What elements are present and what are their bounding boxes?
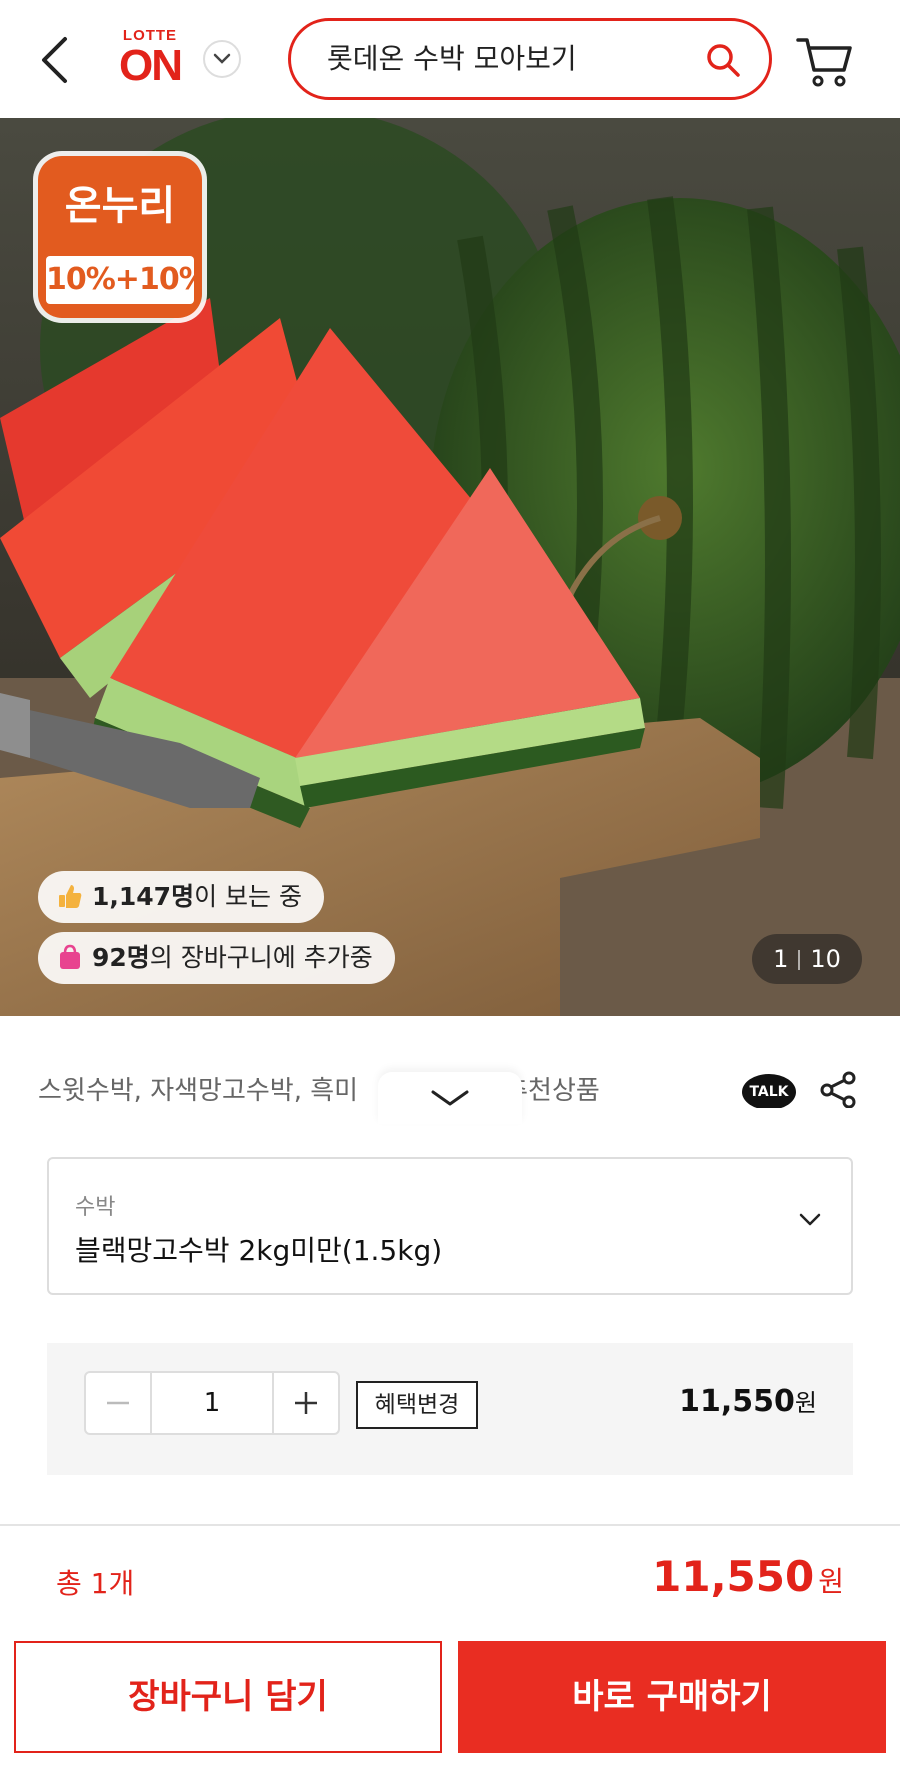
- total-price-value: 11,550: [652, 1552, 815, 1601]
- option-label: 수박: [75, 1195, 116, 1220]
- search-input[interactable]: 롯데온 수박 모아보기: [288, 18, 772, 100]
- option-select[interactable]: 수박 블랙망고수박 2kg미만(1.5kg): [47, 1157, 853, 1295]
- option-value: 블랙망고수박 2kg미만(1.5kg): [75, 1234, 443, 1267]
- cart-adds-badge: 92명의 장바구니에 추가중: [38, 932, 395, 984]
- buy-now-button[interactable]: 바로 구매하기: [458, 1641, 886, 1753]
- image-counter-current: 1: [773, 945, 789, 973]
- minus-icon: [107, 1401, 129, 1405]
- share-icon[interactable]: [818, 1070, 858, 1110]
- chevron-down-icon: [431, 1090, 469, 1106]
- total-count: 총 1개: [56, 1567, 135, 1600]
- cart-button[interactable]: [794, 34, 854, 90]
- onnuri-discount-badge: 온누리 10%+10%: [38, 156, 202, 318]
- selected-option-row: 1 혜택변경 11,550원: [47, 1343, 853, 1475]
- quantity-value[interactable]: 1: [150, 1373, 274, 1433]
- viewers-count: 1,147명: [92, 882, 195, 911]
- cart-icon: [796, 38, 852, 87]
- decrease-quantity-button[interactable]: [86, 1373, 150, 1433]
- option-price-unit: 원: [794, 1389, 817, 1417]
- viewers-suffix: 이 보는 중: [194, 882, 302, 911]
- image-counter-total: 10: [810, 945, 841, 973]
- thumbs-up-icon: [59, 885, 82, 908]
- cart-adds-count: 92명: [92, 943, 150, 972]
- top-app-bar: LOTTE ON 롯데온 수박 모아보기: [0, 0, 900, 118]
- total-price-unit: 원: [818, 1565, 844, 1598]
- chevron-left-icon: [42, 37, 67, 83]
- back-button[interactable]: [34, 30, 74, 90]
- option-price-value: 11,550: [679, 1384, 795, 1419]
- option-price: 11,550원: [679, 1383, 817, 1419]
- divider: [0, 1524, 900, 1526]
- search-icon[interactable]: [705, 42, 741, 78]
- sheet-collapse-handle[interactable]: [378, 1072, 522, 1124]
- chevron-down-icon: [799, 1213, 821, 1226]
- kakao-talk-share-button[interactable]: TALK: [742, 1074, 796, 1110]
- chevron-down-icon: [213, 53, 231, 64]
- change-benefit-button[interactable]: 혜택변경: [356, 1381, 478, 1429]
- total-price: 11,550 원: [652, 1552, 844, 1601]
- quantity-stepper: 1: [84, 1371, 340, 1435]
- add-to-cart-button[interactable]: 장바구니 담기: [14, 1641, 442, 1753]
- counter-divider: [798, 950, 801, 970]
- product-image-carousel[interactable]: 온누리 10%+10% 1,147명이 보는 중 92명의 장바구니에 추가중 …: [0, 118, 900, 1016]
- image-counter: 1 10: [752, 934, 862, 984]
- cart-adds-suffix: 의 장바구니에 추가중: [149, 943, 373, 972]
- increase-quantity-button[interactable]: [274, 1373, 338, 1433]
- shopping-bag-icon: [60, 944, 80, 969]
- search-query: 롯데온 수박 모아보기: [327, 42, 577, 75]
- onnuri-brand-text: 온누리: [64, 183, 176, 229]
- onnuri-discount-text: 10%+10%: [46, 256, 202, 304]
- related-keywords-text: 스윗수박, 자색망고수박, 흑미: [38, 1076, 359, 1106]
- logo-main-text: ON: [119, 41, 183, 90]
- service-menu-toggle[interactable]: [203, 40, 241, 78]
- viewers-badge: 1,147명이 보는 중: [38, 871, 324, 923]
- talk-label: TALK: [749, 1084, 789, 1100]
- lotte-on-logo[interactable]: LOTTE ON: [112, 28, 188, 92]
- plus-icon: [295, 1392, 317, 1414]
